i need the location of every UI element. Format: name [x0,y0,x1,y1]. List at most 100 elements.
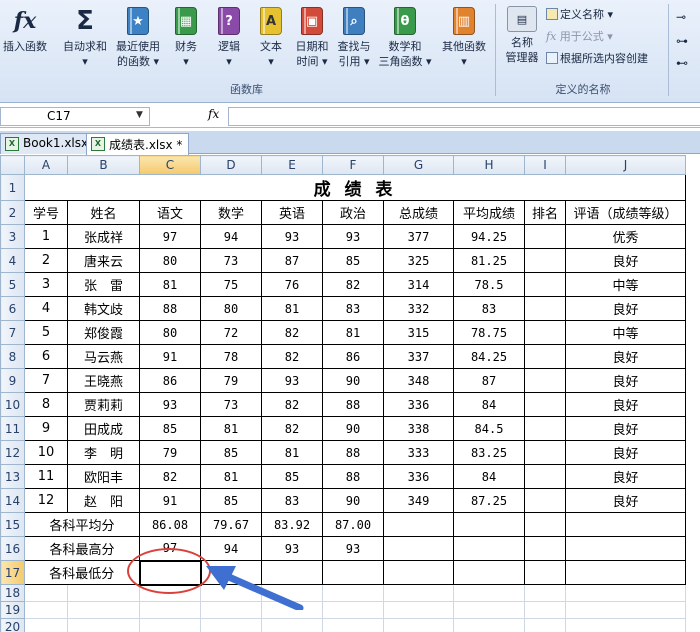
spreadsheet[interactable]: ABCDEFGHIJ1成 绩 表 2 学号 姓名 语文 数学 英语 政治 总成绩 平均成绩 排名 评语… [0,155,700,632]
column-header[interactable]: H [453,155,525,175]
data-cell[interactable]: 87.25 [453,488,525,513]
data-cell[interactable]: 79 [200,368,262,393]
data-cell[interactable]: 79 [139,440,201,465]
data-cell[interactable]: 90 [322,488,384,513]
data-cell[interactable] [524,368,566,393]
header-cell[interactable]: 学号 [24,200,68,225]
data-cell[interactable]: 83 [261,488,323,513]
avg-label[interactable]: 各科平均分 [24,512,140,537]
row-header[interactable]: 6 [0,296,25,321]
data-cell[interactable]: 郑俊霞 [67,320,140,345]
logic-button[interactable]: ? 逻辑 ▾ [211,4,247,69]
data-cell[interactable]: 1 [24,224,68,249]
data-cell[interactable]: 82 [261,416,323,441]
row-header[interactable]: 15 [0,512,25,537]
recent-functions-button[interactable]: ★ 最近使用 的函数 ▾ [113,4,163,69]
cell[interactable] [453,584,525,602]
cell[interactable] [453,512,525,537]
column-header[interactable]: F [322,155,384,175]
data-cell[interactable]: 良好 [565,248,686,273]
data-cell[interactable]: 良好 [565,488,686,513]
data-cell[interactable]: 85 [261,464,323,489]
data-cell[interactable]: 5 [24,320,68,345]
max-cell[interactable]: 93 [261,536,323,561]
data-cell[interactable]: 84 [453,392,525,417]
select-all-corner[interactable] [0,155,25,175]
sheet-title[interactable]: 成 绩 表 [24,174,686,201]
data-cell[interactable]: 94 [200,224,262,249]
header-cell[interactable]: 姓名 [67,200,140,225]
cell[interactable] [322,560,384,585]
data-cell[interactable]: 11 [24,464,68,489]
cell[interactable] [565,618,686,632]
data-cell[interactable]: 张成祥 [67,224,140,249]
data-cell[interactable]: 91 [139,344,201,369]
data-cell[interactable] [524,416,566,441]
data-cell[interactable]: 欧阳丰 [67,464,140,489]
data-cell[interactable]: 93 [139,392,201,417]
autosum-button[interactable]: Σ 自动求和 ▾ [60,4,110,69]
data-cell[interactable]: 唐来云 [67,248,140,273]
min-label[interactable]: 各科最低分 [24,560,140,585]
header-cell[interactable]: 数学 [200,200,262,225]
row-header[interactable]: 9 [0,368,25,393]
data-cell[interactable]: 91 [139,488,201,513]
data-cell[interactable]: 马云燕 [67,344,140,369]
data-cell[interactable]: 7 [24,368,68,393]
data-cell[interactable]: 6 [24,344,68,369]
data-cell[interactable]: 80 [139,248,201,273]
data-cell[interactable]: 88 [322,440,384,465]
column-header[interactable]: E [261,155,323,175]
cell[interactable] [383,560,454,585]
cell[interactable] [524,536,566,561]
data-cell[interactable]: 80 [139,320,201,345]
data-cell[interactable]: 76 [261,272,323,297]
data-cell[interactable]: 73 [200,248,262,273]
data-cell[interactable]: 良好 [565,440,686,465]
data-cell[interactable]: 贾莉莉 [67,392,140,417]
data-cell[interactable]: 12 [24,488,68,513]
row-header[interactable]: 20 [0,618,25,632]
data-cell[interactable]: 81 [139,272,201,297]
data-cell[interactable]: 84.25 [453,344,525,369]
row-header[interactable]: 2 [0,200,25,225]
data-cell[interactable]: 82 [261,320,323,345]
create-from-selection-button[interactable]: 根据所选内容创建 [546,50,648,66]
data-cell[interactable]: 82 [261,392,323,417]
data-cell[interactable]: 良好 [565,464,686,489]
tab-book1[interactable]: X Book1.xlsx [0,133,96,154]
data-cell[interactable]: 93 [322,224,384,249]
row-header[interactable]: 11 [0,416,25,441]
column-header[interactable]: C [139,155,201,175]
data-cell[interactable]: 王晓燕 [67,368,140,393]
data-cell[interactable]: 81.25 [453,248,525,273]
data-cell[interactable]: 82 [322,272,384,297]
trace-dependents-icon[interactable]: ⊶ [676,34,688,48]
data-cell[interactable] [524,248,566,273]
data-cell[interactable]: 83 [322,296,384,321]
data-cell[interactable]: 83 [453,296,525,321]
row-header[interactable]: 16 [0,536,25,561]
data-cell[interactable]: 李 明 [67,440,140,465]
data-cell[interactable]: 3 [24,272,68,297]
data-cell[interactable]: 332 [383,296,454,321]
cell[interactable] [383,584,454,602]
data-cell[interactable] [524,464,566,489]
data-cell[interactable]: 93 [261,224,323,249]
data-cell[interactable]: 82 [261,344,323,369]
data-cell[interactable]: 81 [322,320,384,345]
data-cell[interactable]: 82 [139,464,201,489]
data-cell[interactable]: 73 [200,392,262,417]
header-cell[interactable]: 政治 [322,200,384,225]
data-cell[interactable] [524,392,566,417]
column-header[interactable]: I [524,155,566,175]
data-cell[interactable]: 314 [383,272,454,297]
data-cell[interactable] [524,224,566,249]
trace-precedents-icon[interactable]: ⊸ [676,10,686,24]
row-header[interactable]: 5 [0,272,25,297]
data-cell[interactable]: 良好 [565,416,686,441]
data-cell[interactable]: 90 [322,368,384,393]
max-cell[interactable]: 94 [200,536,262,561]
max-label[interactable]: 各科最高分 [24,536,140,561]
cell[interactable] [524,584,566,602]
